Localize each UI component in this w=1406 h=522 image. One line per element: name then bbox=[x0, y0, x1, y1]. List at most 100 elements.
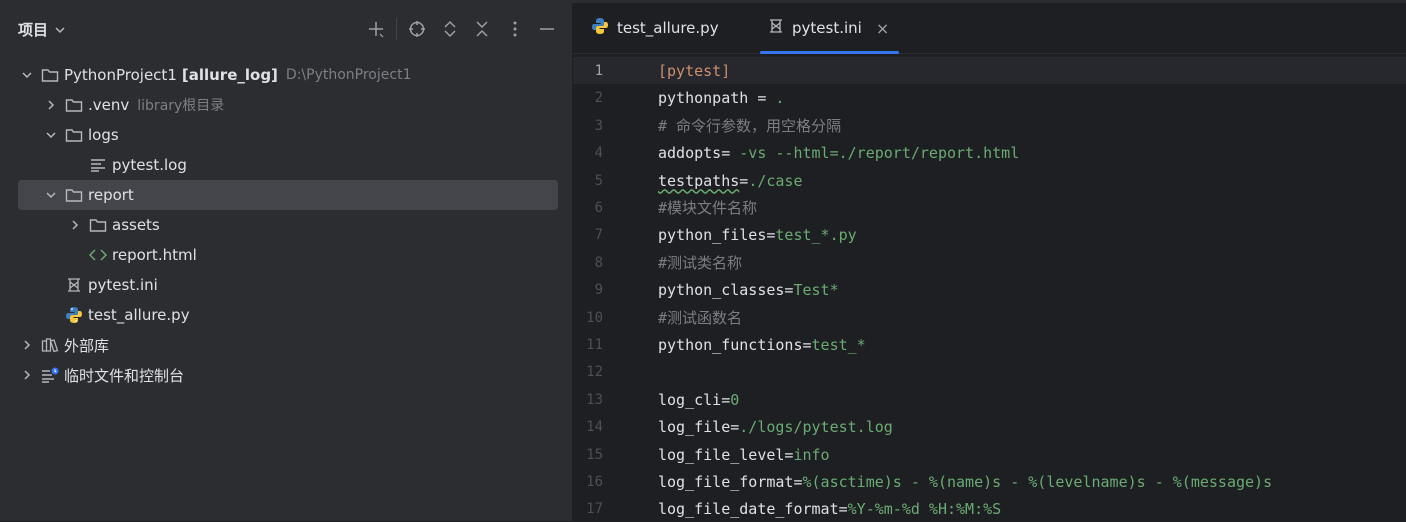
code-token: #测试类名称 bbox=[658, 254, 743, 272]
code-line[interactable]: 5 testpaths=./case bbox=[573, 167, 1406, 194]
code-token: pythonpath = bbox=[658, 88, 776, 107]
code-line[interactable]: 8 #测试类名称 bbox=[573, 249, 1406, 276]
code-token: %Y-%m-%d %H:%M:%S bbox=[847, 499, 1002, 518]
project-path: D:\PythonProject1 bbox=[285, 67, 412, 83]
tree-item-assets[interactable]: assets bbox=[18, 210, 558, 240]
code-token: -vs --html=./report/report.html bbox=[739, 143, 1020, 162]
code-line[interactable]: 4 addopts= -vs --html=./report/report.htm… bbox=[573, 139, 1406, 166]
expand-all-icon bbox=[444, 20, 456, 38]
tree-item-label: pytest.ini bbox=[88, 276, 158, 294]
code-line-text: addopts= -vs --html=./report/report.html bbox=[658, 144, 1019, 162]
code-token: ./case bbox=[748, 171, 803, 190]
tree-item-test-allure-py[interactable]: test_allure.py bbox=[18, 300, 558, 330]
code-token: # 命令行参数，用空格分隔 bbox=[658, 117, 842, 135]
line-number: 7 bbox=[594, 226, 603, 243]
tab-label: pytest.ini bbox=[792, 19, 862, 37]
code-token: #模块文件名称 bbox=[658, 199, 758, 217]
code-line[interactable]: 1 [pytest] bbox=[573, 57, 1406, 84]
scratches-icon bbox=[40, 366, 60, 384]
code-line[interactable]: 9 python_classes=Test* bbox=[573, 276, 1406, 303]
code-line[interactable]: 16 log_file_format=%(asctime)s - %(name)s… bbox=[573, 468, 1406, 495]
code-token: python_functions= bbox=[658, 335, 812, 354]
line-number: 4 bbox=[594, 144, 603, 161]
code-line-text: log_file_format=%(asctime)s - %(name)s -… bbox=[658, 473, 1272, 491]
code-line[interactable]: 13 log_cli=0 bbox=[573, 386, 1406, 413]
project-view-selector[interactable]: 项目 bbox=[18, 19, 66, 40]
code-line[interactable]: 6 #模块文件名称 bbox=[573, 194, 1406, 221]
expand-all-button[interactable] bbox=[438, 17, 462, 41]
line-number: 6 bbox=[594, 199, 603, 216]
code-line[interactable]: 14 log_file=./logs/pytest.log bbox=[573, 413, 1406, 440]
chevron-right-icon[interactable] bbox=[18, 366, 36, 384]
chevron-right-icon[interactable] bbox=[42, 96, 60, 114]
line-number: 14 bbox=[586, 418, 603, 435]
chevron-down-icon[interactable] bbox=[42, 126, 60, 144]
code-token: log_file_level= bbox=[658, 445, 794, 464]
editor-tab-bar: test_allure.py pytest.ini × bbox=[573, 3, 1406, 54]
code-token: = bbox=[739, 171, 749, 190]
code-line-text: #模块文件名称 bbox=[658, 197, 757, 218]
chevron-down-icon[interactable] bbox=[42, 186, 60, 204]
tree-item-label: test_allure.py bbox=[88, 306, 190, 324]
hide-pane-button[interactable] bbox=[535, 17, 559, 41]
close-icon[interactable]: × bbox=[876, 19, 889, 38]
code-token: log_file_format= bbox=[658, 472, 803, 491]
code-line[interactable]: 17 log_file_date_format=%Y-%m-%d %H:%M:%S bbox=[573, 495, 1406, 522]
locate-file-button[interactable] bbox=[405, 17, 429, 41]
folder-icon bbox=[64, 96, 84, 114]
tree-item-label: 临时文件和控制台 bbox=[64, 366, 185, 385]
code-line[interactable]: 15 log_file_level=info bbox=[573, 441, 1406, 468]
code-line-text: python_classes=Test* bbox=[658, 281, 839, 299]
tree-item-pythonproject1[interactable]: PythonProject1 [allure_log] D:\PythonPro… bbox=[18, 60, 558, 90]
code-line-text: python_functions=test_* bbox=[658, 336, 866, 354]
new-file-button[interactable] bbox=[364, 17, 388, 41]
module-name-badge: [allure_log] bbox=[181, 66, 278, 84]
tree-item-scratches-and-consoles[interactable]: 临时文件和控制台 bbox=[18, 360, 558, 390]
tab-test-allure-py[interactable]: test_allure.py bbox=[591, 3, 719, 53]
code-line[interactable]: 10 #测试函数名 bbox=[573, 304, 1406, 331]
line-number: 12 bbox=[586, 363, 603, 380]
tree-item-label: report.html bbox=[112, 246, 197, 264]
code-line-text: testpaths=./case bbox=[658, 172, 803, 190]
code-token: #测试函数名 bbox=[658, 309, 743, 327]
python-file-icon bbox=[591, 17, 609, 39]
line-number: 5 bbox=[594, 172, 603, 189]
chevron-right-icon[interactable] bbox=[66, 216, 84, 234]
collapse-all-button[interactable] bbox=[470, 17, 494, 41]
tree-item-logs[interactable]: logs bbox=[18, 120, 558, 150]
tree-item-report[interactable]: report bbox=[18, 180, 558, 210]
ini-file-icon bbox=[64, 276, 84, 294]
project-tool-window: 项目 PythonProject1 [allure_log] D:\Python… bbox=[0, 3, 573, 521]
python-file-icon bbox=[64, 306, 84, 324]
tree-item-label: PythonProject1 bbox=[64, 66, 177, 84]
toolbar-separator bbox=[396, 18, 397, 40]
code-token: test_* bbox=[811, 335, 866, 354]
code-line[interactable]: 7 python_files=test_*.py bbox=[573, 221, 1406, 248]
tree-item-external-libraries[interactable]: 外部库 bbox=[18, 330, 558, 360]
tree-item-pytest-log[interactable]: pytest.log bbox=[18, 150, 558, 180]
code-line-text: log_file_level=info bbox=[658, 446, 830, 464]
tree-item-label: report bbox=[88, 186, 134, 204]
tab-pytest-ini[interactable]: pytest.ini × bbox=[759, 3, 900, 54]
line-number: 3 bbox=[594, 117, 603, 134]
tree-item-pytest-ini[interactable]: pytest.ini bbox=[18, 270, 558, 300]
folder-icon bbox=[40, 66, 60, 84]
html-file-icon bbox=[88, 246, 108, 264]
code-token: 0 bbox=[730, 390, 740, 409]
code-token: %(asctime)s - %(name)s - %(levelname)s -… bbox=[802, 472, 1273, 491]
code-line-text: # 命令行参数，用空格分隔 bbox=[658, 115, 841, 136]
line-number: 8 bbox=[594, 254, 603, 271]
code-line[interactable]: 3 # 命令行参数，用空格分隔 bbox=[573, 112, 1406, 139]
chevron-down-icon[interactable] bbox=[18, 66, 36, 84]
code-line-text: log_cli=0 bbox=[658, 391, 739, 409]
code-token: log_file_date_format= bbox=[658, 499, 848, 518]
code-token: [pytest] bbox=[658, 61, 731, 80]
code-line[interactable]: 11 python_functions=test_* bbox=[573, 331, 1406, 358]
tree-item-report-html[interactable]: report.html bbox=[18, 240, 558, 270]
chevron-right-icon[interactable] bbox=[18, 336, 36, 354]
options-button[interactable] bbox=[503, 17, 527, 41]
code-line[interactable]: 2 pythonpath = . bbox=[573, 84, 1406, 111]
collapse-all-icon bbox=[476, 21, 488, 37]
tree-item-venv[interactable]: .venv library根目录 bbox=[18, 90, 558, 120]
code-line[interactable]: 12 bbox=[573, 358, 1406, 385]
